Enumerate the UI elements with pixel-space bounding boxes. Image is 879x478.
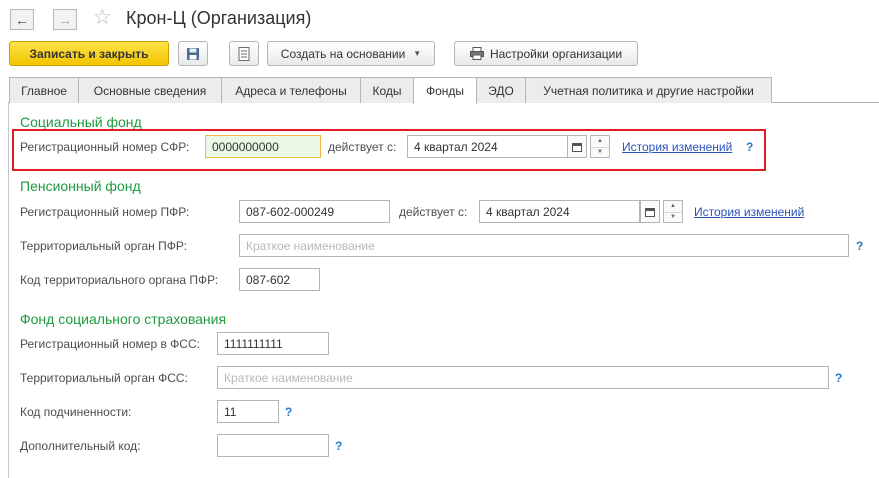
- tab-codes[interactable]: Коды: [360, 77, 414, 103]
- pfr-territorial-code-label: Код территориального органа ПФР:: [20, 273, 219, 287]
- spin-down-icon[interactable]: ▼: [591, 146, 609, 158]
- section-heading-pension-fund: Пенсионный фонд: [20, 178, 141, 194]
- sfr-valid-from-label: действует с:: [328, 140, 397, 154]
- chevron-down-icon: ▼: [413, 49, 422, 58]
- calendar-icon: [645, 207, 655, 217]
- arrow-right-icon: →: [58, 11, 72, 28]
- fss-territorial-input[interactable]: Краткое наименование: [217, 366, 829, 389]
- pfr-reg-number-label: Регистрационный номер ПФР:: [20, 205, 190, 219]
- list-document-icon: [238, 46, 250, 61]
- printer-icon: [469, 47, 484, 60]
- back-button[interactable]: ←: [10, 9, 34, 30]
- save-and-close-button[interactable]: Записать и закрыть: [9, 41, 169, 66]
- sfr-period-spinner[interactable]: ▲ ▼: [590, 135, 610, 158]
- sfr-reg-number-input[interactable]: 0000000000: [205, 135, 321, 158]
- fss-additional-code-help-icon[interactable]: ?: [335, 439, 342, 453]
- sfr-valid-from-input[interactable]: 4 квартал 2024: [407, 135, 568, 158]
- fss-territorial-help-icon[interactable]: ?: [835, 371, 842, 385]
- create-based-on-dropdown[interactable]: Создать на основании ▼: [267, 41, 435, 66]
- fss-additional-code-label: Дополнительный код:: [20, 439, 141, 453]
- tab-addresses-phones[interactable]: Адреса и телефоны: [221, 77, 361, 103]
- pfr-territorial-help-icon[interactable]: ?: [856, 239, 863, 253]
- document-list-button[interactable]: [229, 41, 259, 66]
- forward-button[interactable]: →: [53, 9, 77, 30]
- tab-accounting-policy[interactable]: Учетная политика и другие настройки: [525, 77, 772, 103]
- floppy-disk-icon: [187, 47, 199, 60]
- pfr-territorial-label: Территориальный орган ПФР:: [20, 239, 187, 253]
- pfr-territorial-code-input[interactable]: 087-602: [239, 268, 320, 291]
- tab-main[interactable]: Главное: [9, 77, 79, 103]
- arrow-left-icon: ←: [15, 11, 29, 28]
- section-heading-fss: Фонд социального страхования: [20, 311, 227, 327]
- pfr-history-link[interactable]: История изменений: [694, 205, 804, 219]
- fss-additional-code-input[interactable]: [217, 434, 329, 457]
- page-title: Крон-Ц (Организация): [126, 8, 312, 28]
- fss-territorial-label: Территориальный орган ФСС:: [20, 371, 188, 385]
- spin-down-icon[interactable]: ▼: [664, 211, 682, 223]
- section-heading-social-fund: Социальный фонд: [20, 114, 142, 130]
- pfr-valid-from-input[interactable]: 4 квартал 2024: [479, 200, 640, 223]
- favorite-star-icon[interactable]: ☆: [93, 6, 112, 30]
- calendar-icon: [572, 142, 582, 152]
- sfr-history-link[interactable]: История изменений: [622, 140, 732, 154]
- fss-subordination-label: Код подчиненности:: [20, 405, 132, 419]
- pfr-reg-number-input[interactable]: 087-602-000249: [239, 200, 390, 223]
- pfr-calendar-button[interactable]: [640, 200, 660, 223]
- sfr-help-icon[interactable]: ?: [746, 140, 753, 154]
- save-button[interactable]: [178, 41, 208, 66]
- organization-settings-button[interactable]: Настройки организации: [454, 41, 638, 66]
- spin-up-icon[interactable]: ▲: [664, 201, 682, 212]
- fss-reg-number-label: Регистрационный номер в ФСС:: [20, 337, 200, 351]
- tab-basic-info[interactable]: Основные сведения: [78, 77, 222, 103]
- sfr-calendar-button[interactable]: [567, 135, 587, 158]
- sfr-reg-number-label: Регистрационный номер СФР:: [20, 140, 190, 154]
- fss-subordination-input[interactable]: 11: [217, 400, 279, 423]
- pfr-valid-from-label: действует с:: [399, 205, 468, 219]
- pfr-period-spinner[interactable]: ▲ ▼: [663, 200, 683, 223]
- tab-edo[interactable]: ЭДО: [476, 77, 526, 103]
- content-border: [8, 103, 9, 478]
- fss-reg-number-input[interactable]: 1111111111: [217, 332, 329, 355]
- spin-up-icon[interactable]: ▲: [591, 136, 609, 147]
- pfr-territorial-input[interactable]: Краткое наименование: [239, 234, 849, 257]
- fss-subordination-help-icon[interactable]: ?: [285, 405, 292, 419]
- tab-funds[interactable]: Фонды: [413, 77, 477, 104]
